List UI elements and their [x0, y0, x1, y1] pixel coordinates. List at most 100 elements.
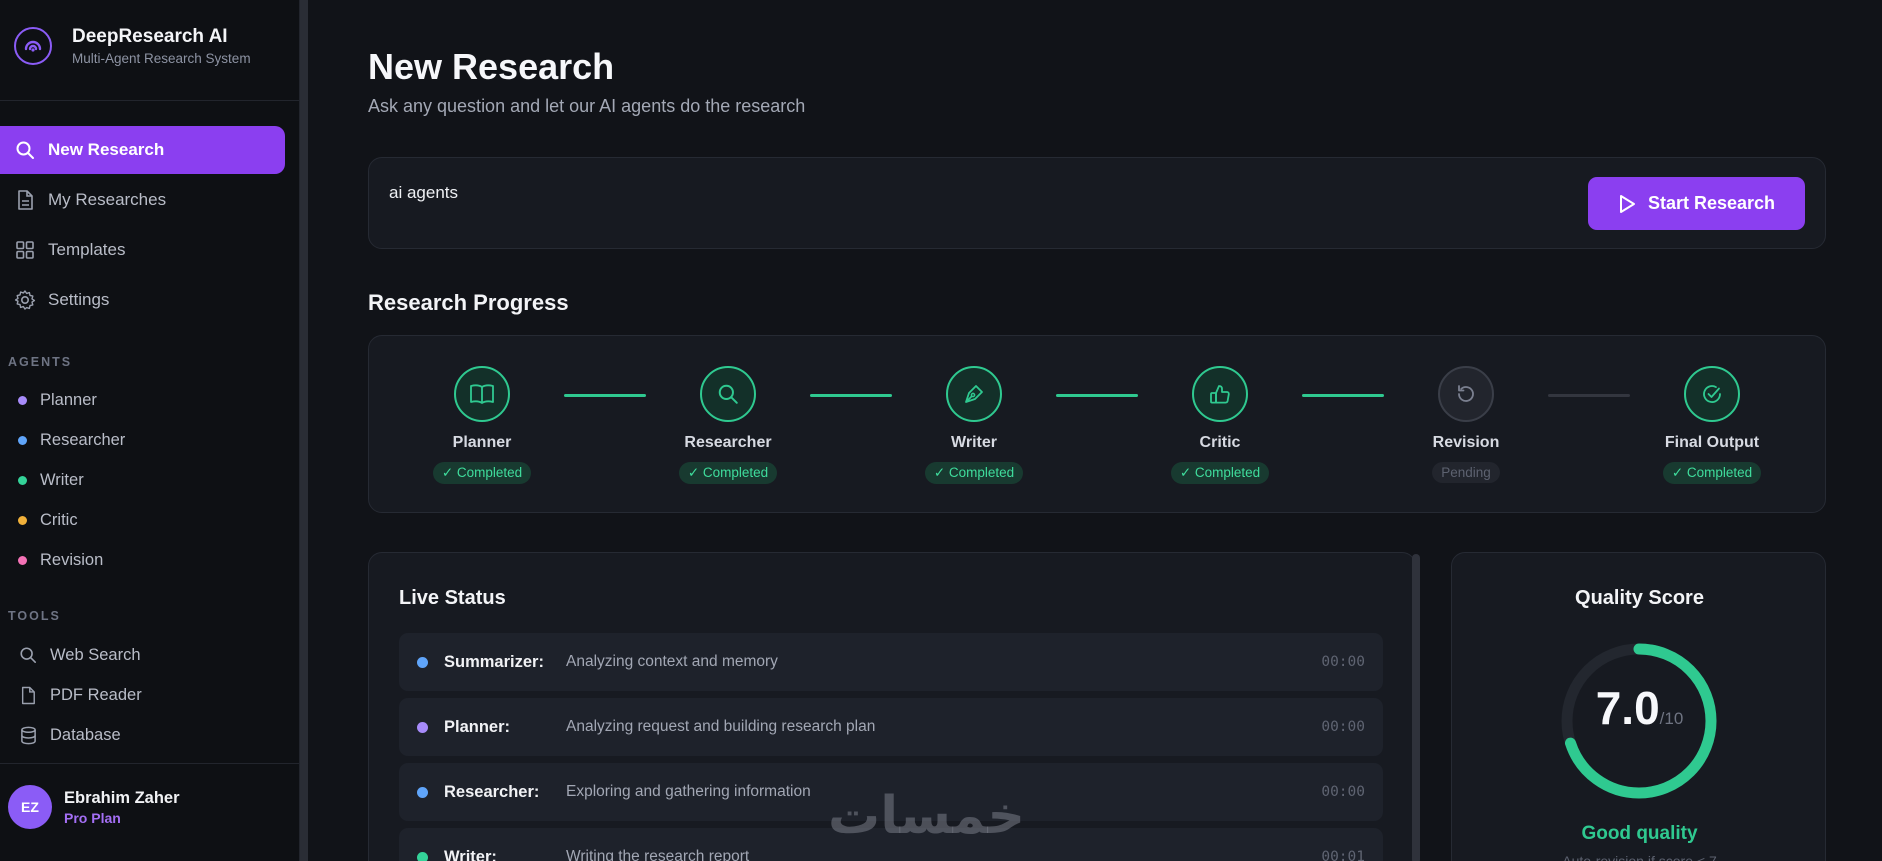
tool-list: Web Search PDF Reader Database: [0, 635, 285, 755]
progress-step-writer: Writer ✓ Completed: [894, 366, 1054, 484]
status-dot: [417, 786, 428, 798]
agent-list: Planner Researcher Writer Critic Revisio…: [0, 380, 285, 580]
search-icon: [18, 645, 38, 665]
progress-step-researcher: Researcher ✓ Completed: [648, 366, 808, 484]
search-icon: [14, 139, 36, 161]
play-icon: [1618, 194, 1636, 214]
file-icon: [18, 685, 38, 705]
sidebar-scrollbar[interactable]: [300, 0, 308, 861]
tool-item-web-search[interactable]: Web Search: [0, 635, 285, 675]
nav-item-templates[interactable]: Templates: [0, 226, 285, 274]
step-label: Revision: [1432, 434, 1500, 451]
document-icon: [14, 189, 36, 211]
main-nav: New Research My Researches Templates Set…: [0, 126, 285, 326]
agent-dot: [18, 475, 27, 485]
avatar: EZ: [8, 785, 52, 829]
book-icon: [454, 366, 510, 422]
status-time: 00:00: [1321, 719, 1365, 735]
start-research-label: Start Research: [1647, 193, 1776, 213]
agent-dot: [18, 555, 27, 565]
brand[interactable]: DeepResearch AI Multi-Agent Research Sys…: [14, 26, 251, 66]
progress-step-revision: Revision Pending: [1386, 366, 1546, 483]
database-icon: [18, 725, 38, 745]
watermark-logo: خمسات: [828, 786, 1026, 846]
sidebar: DeepResearch AI Multi-Agent Research Sys…: [0, 0, 300, 861]
agent-item-writer[interactable]: Writer: [0, 460, 285, 500]
page-title: New Research: [368, 46, 615, 87]
progress-step-planner: Planner ✓ Completed: [402, 366, 562, 484]
check-circle-icon: [1684, 366, 1740, 422]
progress-step-critic: Critic ✓ Completed: [1140, 366, 1300, 484]
nav-item-new-research[interactable]: New Research: [0, 126, 285, 174]
agent-item-revision[interactable]: Revision: [0, 540, 285, 580]
live-status-title: Live Status: [399, 587, 506, 609]
agent-dot: [18, 395, 27, 405]
step-connector: [564, 394, 646, 397]
user-plan: Pro Plan: [64, 809, 121, 826]
research-progress-panel: Planner ✓ Completed Researcher ✓ Complet…: [368, 335, 1826, 513]
divider: [0, 763, 300, 764]
step-status-badge: ✓ Completed: [678, 462, 778, 484]
tool-label: Database: [50, 725, 121, 744]
agent-item-critic[interactable]: Critic: [0, 500, 285, 540]
step-connector: [1548, 394, 1630, 397]
agent-label: Researcher: [40, 430, 126, 449]
step-status-badge: ✓ Completed: [924, 462, 1024, 484]
step-connector: [1056, 394, 1138, 397]
step-connector: [1302, 394, 1384, 397]
status-message: Analyzing context and memory: [566, 653, 778, 670]
brand-title: DeepResearch AI: [72, 26, 228, 47]
status-agent: Researcher:: [444, 782, 540, 801]
user-profile[interactable]: EZ Ebrahim Zaher Pro Plan: [8, 785, 180, 829]
nav-item-label: My Researches: [48, 190, 167, 209]
step-label: Writer: [951, 434, 997, 451]
score-max: /10: [1659, 709, 1684, 728]
status-agent: Summarizer:: [444, 652, 544, 671]
nav-item-my-researches[interactable]: My Researches: [0, 176, 285, 224]
status-dot: [417, 851, 428, 861]
page-subtitle: Ask any question and let our AI agents d…: [368, 96, 806, 116]
quality-label: Good quality: [1581, 823, 1698, 844]
brand-subtitle: Multi-Agent Research System: [72, 51, 251, 66]
agent-label: Critic: [40, 510, 78, 529]
step-connector: [810, 394, 892, 397]
agent-item-planner[interactable]: Planner: [0, 380, 285, 420]
status-agent: Planner:: [444, 717, 511, 736]
agent-item-researcher[interactable]: Researcher: [0, 420, 285, 460]
pen-icon: [946, 366, 1002, 422]
tool-item-pdf-reader[interactable]: PDF Reader: [0, 675, 285, 715]
step-label: Researcher: [684, 434, 772, 451]
tools-section-label: TOOLS: [8, 609, 61, 623]
agent-label: Planner: [40, 390, 97, 409]
score-number: 7.0: [1595, 682, 1660, 734]
nav-item-label: Settings: [48, 290, 110, 309]
status-agent: Writer:: [444, 847, 497, 861]
status-message: Analyzing request and building research …: [566, 718, 876, 735]
status-dot: [417, 721, 428, 733]
quality-score-panel: Quality Score 7.0/10 Good quality Auto-r…: [1451, 552, 1826, 861]
step-label: Planner: [452, 434, 512, 451]
nav-item-settings[interactable]: Settings: [0, 276, 285, 324]
live-status-scrollbar[interactable]: [1412, 554, 1420, 861]
quality-score-title: Quality Score: [1575, 587, 1704, 609]
agent-dot: [18, 435, 27, 445]
nav-item-label: New Research: [48, 140, 165, 159]
step-label: Critic: [1199, 434, 1241, 451]
research-query-input[interactable]: [389, 178, 1539, 208]
research-query-box: Start Research: [368, 157, 1826, 249]
status-dot: [417, 656, 428, 668]
agent-label: Revision: [40, 550, 104, 569]
step-label: Final Output: [1664, 434, 1760, 451]
start-research-button[interactable]: Start Research: [1588, 177, 1805, 230]
quality-score-value: 7.0/10: [1452, 681, 1825, 735]
research-progress-title: Research Progress: [368, 290, 569, 315]
status-row: Summarizer: Analyzing context and memory…: [399, 633, 1383, 691]
divider: [0, 100, 300, 101]
tool-label: Web Search: [50, 645, 141, 664]
tool-item-database[interactable]: Database: [0, 715, 285, 755]
gear-icon: [14, 289, 36, 311]
nav-item-label: Templates: [48, 240, 126, 259]
step-status-badge: ✓ Completed: [1662, 462, 1762, 484]
step-status-badge: ✓ Completed: [1170, 462, 1270, 484]
status-row: Planner: Analyzing request and building …: [399, 698, 1383, 756]
